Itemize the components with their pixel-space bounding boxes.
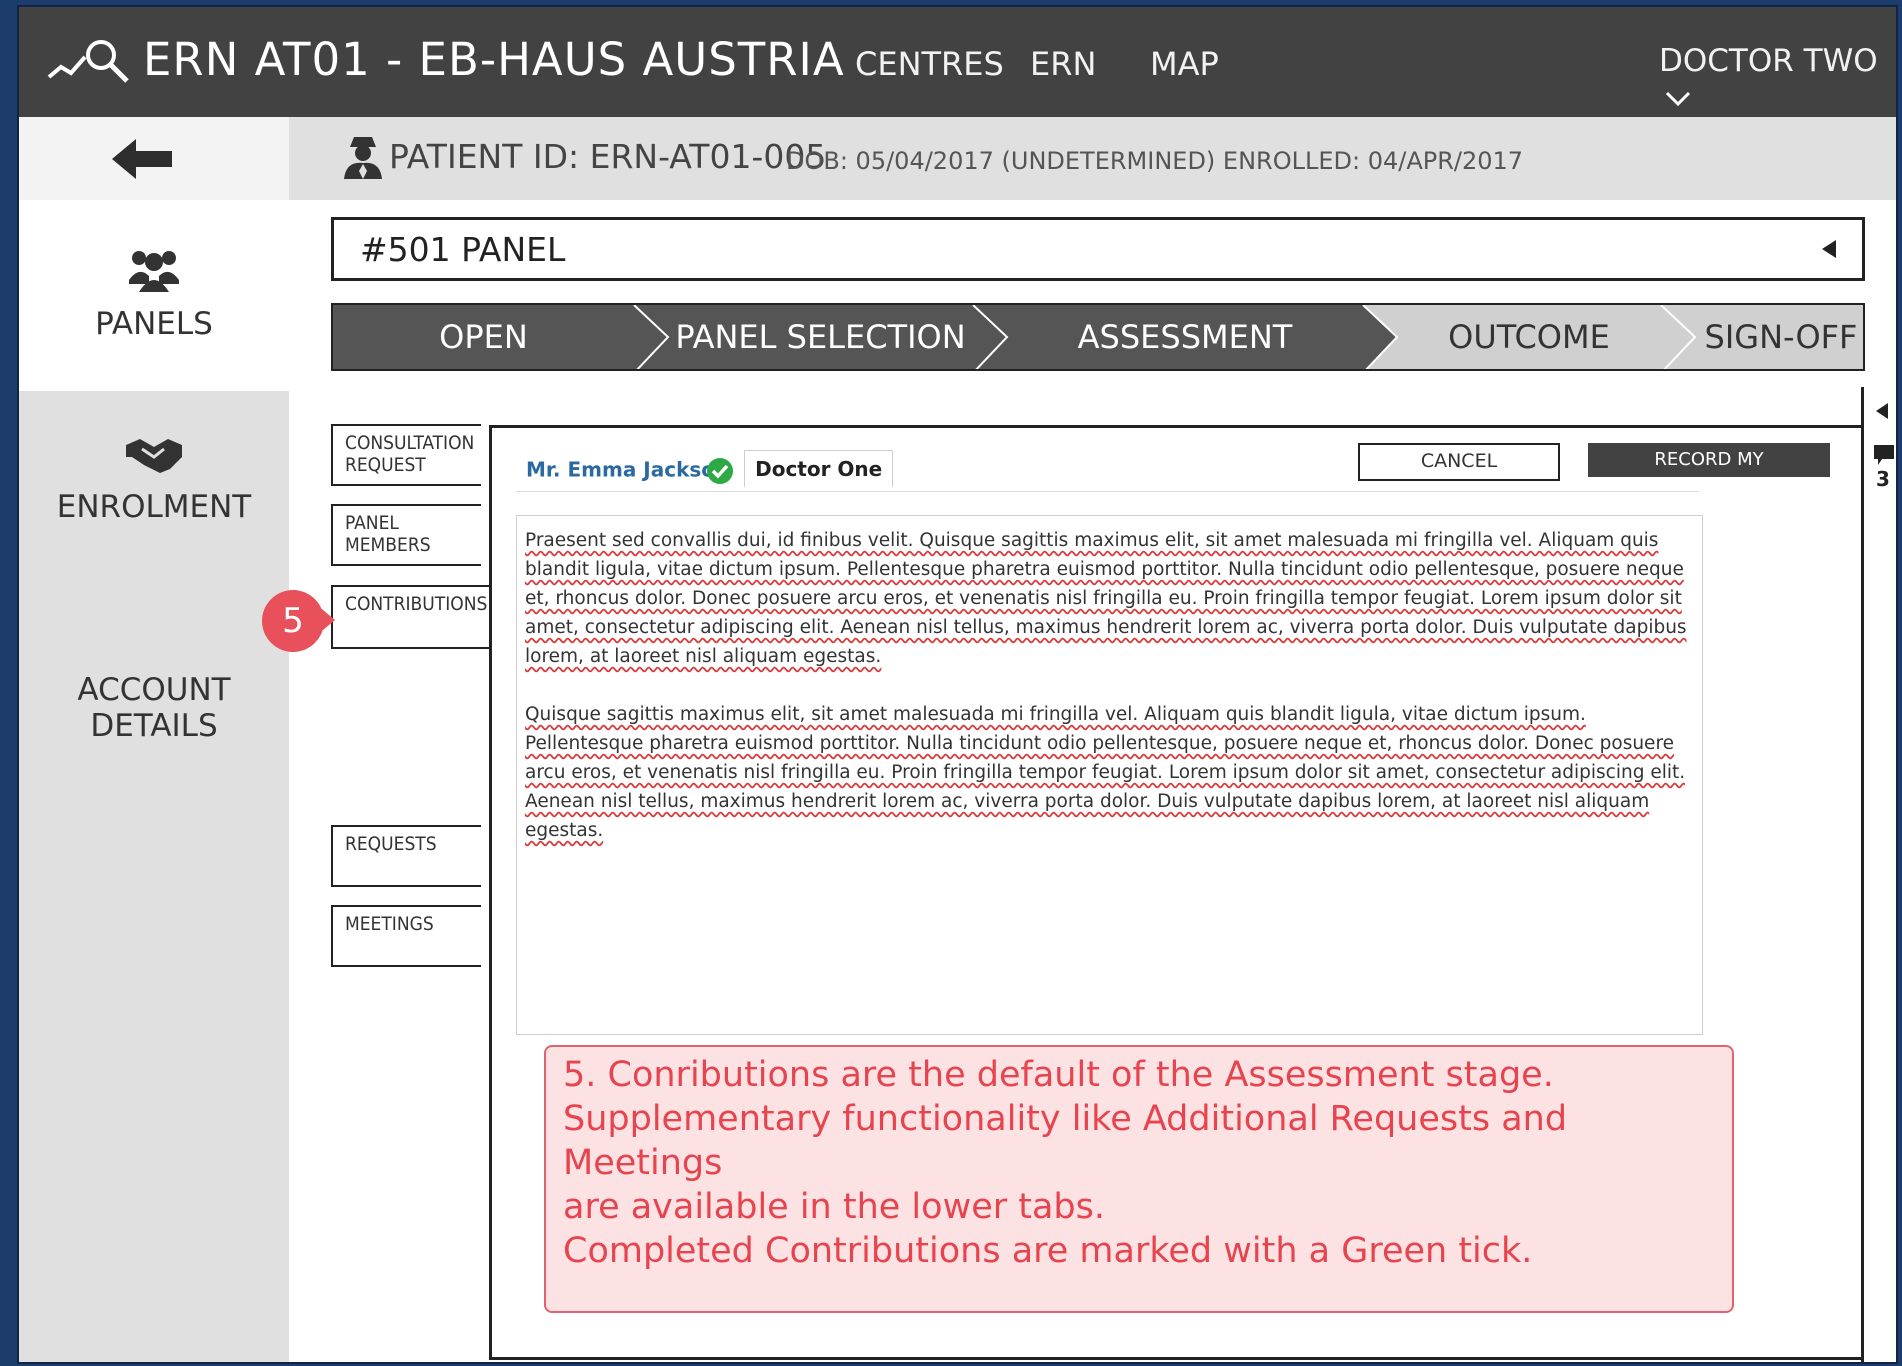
tab-label: REQUESTS [345, 833, 437, 855]
tab-label: CONTRIBUTIONS [345, 593, 488, 615]
sidebar: PANELS ENROLMENT ACCOUNT DETAILS [19, 117, 289, 1362]
annotation-badge: 5 [262, 590, 324, 652]
caret-left-icon [1822, 240, 1836, 258]
patient-icon [344, 137, 382, 179]
top-navbar: ERN AT01 - EB-HAUS AUSTRIA CENTRES ERN M… [19, 7, 1896, 117]
annotation-note: 5. Conributions are the default of the A… [544, 1045, 1734, 1313]
badge-pointer-icon [317, 605, 335, 635]
sidebar-item-panels[interactable]: PANELS [19, 200, 289, 391]
app-title: ERN AT01 - EB-HAUS AUSTRIA [143, 33, 845, 86]
nav-centres[interactable]: CENTRES [855, 45, 1004, 83]
step-panel-selection[interactable]: PANEL SELECTION [668, 305, 973, 369]
comment-icon[interactable] [1874, 445, 1894, 465]
record-contribution-button[interactable]: RECORD MY CONTRIBUTION [1588, 443, 1830, 504]
patient-id: PATIENT ID: ERN-AT01-005 [389, 137, 827, 176]
sidebar-item-label: ACCOUNT DETAILS [77, 672, 231, 744]
step-outcome[interactable]: OUTCOME [1397, 305, 1661, 369]
tab-meetings[interactable]: MEETINGS [331, 905, 481, 967]
back-button[interactable] [19, 117, 289, 200]
tab-label: REQUEST [345, 454, 426, 476]
tab-panel-members[interactable]: PANEL MEMBERS [331, 504, 481, 566]
tab-consultation-request[interactable]: CONSULTATION REQUEST [331, 424, 481, 486]
panel-select-value: #501 PANEL [360, 230, 566, 269]
tab-label: MEETINGS [345, 913, 434, 935]
comment-count: 3 [1876, 467, 1890, 491]
sidebar-item-label: ENROLMENT [56, 489, 252, 525]
collapse-arrow-icon[interactable] [1876, 403, 1888, 419]
nav-map[interactable]: MAP [1150, 45, 1219, 83]
sidebar-item-enrolment[interactable]: ENROLMENT [19, 435, 289, 525]
tabs-divider [516, 491, 1699, 492]
comments-strip: 3 [1861, 387, 1896, 1362]
tab-contributor-emma[interactable]: Mr. Emma Jacksc [516, 451, 744, 491]
step-open[interactable]: OPEN [333, 305, 634, 369]
workflow-stepper: OPEN PANEL SELECTION ASSESSMENT OUTCOME … [331, 303, 1865, 371]
editor-paragraph: Praesent sed convallis dui, id finibus v… [525, 530, 1687, 667]
nav-ern[interactable]: ERN [1030, 45, 1096, 83]
contribution-editor[interactable]: Praesent sed convallis dui, id finibus v… [516, 515, 1703, 1035]
panel-select[interactable]: #501 PANEL [331, 217, 1865, 281]
tab-label: PANEL [345, 512, 399, 534]
user-menu[interactable]: DOCTOR TWO [1659, 43, 1896, 115]
tab-label: Mr. Emma Jacksc [526, 457, 714, 481]
people-icon [129, 251, 179, 292]
tab-contributor-doctor-one[interactable]: Doctor One [744, 450, 894, 487]
cancel-button[interactable]: CANCEL [1358, 443, 1560, 481]
handshake-icon [126, 439, 182, 473]
contributor-tabs: Mr. Emma Jacksc Doctor One [516, 450, 894, 491]
check-circle-icon [707, 457, 734, 484]
sidebar-item-label: PANELS [95, 306, 213, 342]
tab-label: MEMBERS [345, 534, 431, 556]
note-line: 5. Conributions are the default of the A… [563, 1055, 1554, 1095]
note-line: are available in the lower tabs. [563, 1187, 1105, 1227]
patient-meta: DOB: 05/04/2017 (UNDETERMINED) ENROLLED:… [786, 147, 1524, 175]
patient-info-bar: PATIENT ID: ERN-AT01-005 DOB: 05/04/2017… [289, 117, 1896, 200]
chevron-down-icon [1665, 91, 1691, 106]
editor-paragraph: Quisque sagittis maximus elit, sit amet … [525, 704, 1686, 841]
sidebar-item-account-details[interactable]: ACCOUNT DETAILS [19, 662, 289, 744]
tab-contributions[interactable]: CONTRIBUTIONS [331, 585, 493, 649]
step-assessment[interactable]: ASSESSMENT [1007, 305, 1363, 369]
note-line: Completed Contributions are marked with … [563, 1231, 1533, 1271]
note-line: Supplementary functionality like Additio… [563, 1099, 1568, 1183]
app-window: ERN AT01 - EB-HAUS AUSTRIA CENTRES ERN M… [17, 5, 1898, 1364]
back-arrow-icon [112, 139, 172, 179]
logo-icon [47, 40, 129, 83]
tab-requests[interactable]: REQUESTS [331, 825, 481, 887]
step-sign-off[interactable]: SIGN-OFF [1695, 305, 1863, 369]
user-name: DOCTOR TWO [1659, 43, 1878, 79]
tab-label: CONSULTATION [345, 432, 475, 454]
